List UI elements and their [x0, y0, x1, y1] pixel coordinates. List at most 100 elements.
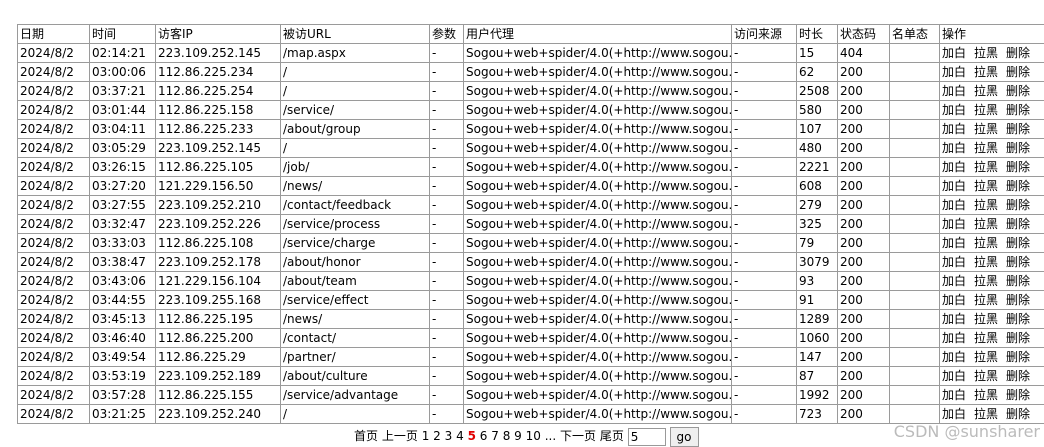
blacklist-button[interactable]: 拉黑 [974, 84, 998, 98]
whitelist-button[interactable]: 加白 [942, 274, 966, 288]
blacklist-button[interactable]: 拉黑 [974, 46, 998, 60]
cell-visitor-ip: 223.109.252.189 [155, 366, 281, 386]
whitelist-button[interactable]: 加白 [942, 388, 966, 402]
page-number-link[interactable]: 10 [526, 429, 541, 443]
whitelist-button[interactable]: 加白 [942, 331, 966, 345]
delete-button[interactable]: 删除 [1006, 369, 1030, 383]
cell-date: 2024/8/2 [17, 290, 90, 310]
blacklist-button[interactable]: 拉黑 [974, 217, 998, 231]
cell-actions: 加白 拉黑 删除 [939, 309, 1044, 329]
cell-actions: 加白 拉黑 删除 [939, 214, 1044, 234]
cell-list-status [889, 81, 940, 101]
delete-button[interactable]: 删除 [1006, 141, 1030, 155]
whitelist-button[interactable]: 加白 [942, 293, 966, 307]
blacklist-button[interactable]: 拉黑 [974, 331, 998, 345]
delete-button[interactable]: 删除 [1006, 46, 1030, 60]
blacklist-button[interactable]: 拉黑 [974, 65, 998, 79]
blacklist-button[interactable]: 拉黑 [974, 388, 998, 402]
delete-button[interactable]: 删除 [1006, 179, 1030, 193]
page-number-link[interactable]: 2 [433, 429, 441, 443]
blacklist-button[interactable]: 拉黑 [974, 350, 998, 364]
whitelist-button[interactable]: 加白 [942, 217, 966, 231]
blacklist-button[interactable]: 拉黑 [974, 236, 998, 250]
cell-date: 2024/8/2 [17, 271, 90, 291]
blacklist-button[interactable]: 拉黑 [974, 160, 998, 174]
delete-button[interactable]: 删除 [1006, 350, 1030, 364]
whitelist-button[interactable]: 加白 [942, 103, 966, 117]
cell-date: 2024/8/2 [17, 252, 90, 272]
whitelist-button[interactable]: 加白 [942, 350, 966, 364]
blacklist-button[interactable]: 拉黑 [974, 407, 998, 421]
cell-params: - [429, 347, 464, 367]
page-number-link[interactable]: 4 [456, 429, 464, 443]
page-number-link[interactable]: 6 [480, 429, 488, 443]
cell-time: 03:21:25 [89, 404, 156, 424]
delete-button[interactable]: 删除 [1006, 236, 1030, 250]
cell-actions: 加白 拉黑 删除 [939, 366, 1044, 386]
first-page-link[interactable]: 首页 [354, 429, 378, 443]
delete-button[interactable]: 删除 [1006, 293, 1030, 307]
go-button[interactable]: go [669, 426, 699, 447]
blacklist-button[interactable]: 拉黑 [974, 369, 998, 383]
page-number-link[interactable]: 8 [503, 429, 511, 443]
goto-page-input[interactable] [627, 427, 666, 446]
whitelist-button[interactable]: 加白 [942, 179, 966, 193]
prev-page-link[interactable]: 上一页 [382, 429, 418, 443]
next-page-link[interactable]: 下一页 [560, 429, 596, 443]
blacklist-button[interactable]: 拉黑 [974, 179, 998, 193]
delete-button[interactable]: 删除 [1006, 103, 1030, 117]
cell-date: 2024/8/2 [17, 214, 90, 234]
cell-time: 03:38:47 [89, 252, 156, 272]
cell-date: 2024/8/2 [17, 43, 90, 63]
whitelist-button[interactable]: 加白 [942, 369, 966, 383]
whitelist-button[interactable]: 加白 [942, 236, 966, 250]
whitelist-button[interactable]: 加白 [942, 122, 966, 136]
blacklist-button[interactable]: 拉黑 [974, 293, 998, 307]
delete-button[interactable]: 删除 [1006, 160, 1030, 174]
cell-referrer: - [731, 176, 797, 196]
whitelist-button[interactable]: 加白 [942, 198, 966, 212]
blacklist-button[interactable]: 拉黑 [974, 255, 998, 269]
delete-button[interactable]: 删除 [1006, 407, 1030, 421]
whitelist-button[interactable]: 加白 [942, 255, 966, 269]
cell-params: - [429, 366, 464, 386]
page-number-link[interactable]: 5 [468, 429, 476, 443]
cell-visited-url: /contact/ [280, 328, 430, 348]
whitelist-button[interactable]: 加白 [942, 160, 966, 174]
delete-button[interactable]: 删除 [1006, 255, 1030, 269]
cell-referrer: - [731, 157, 797, 177]
delete-button[interactable]: 删除 [1006, 388, 1030, 402]
delete-button[interactable]: 删除 [1006, 217, 1030, 231]
cell-date: 2024/8/2 [17, 81, 90, 101]
blacklist-button[interactable]: 拉黑 [974, 198, 998, 212]
delete-button[interactable]: 删除 [1006, 312, 1030, 326]
delete-button[interactable]: 删除 [1006, 122, 1030, 136]
whitelist-button[interactable]: 加白 [942, 65, 966, 79]
delete-button[interactable]: 删除 [1006, 198, 1030, 212]
whitelist-button[interactable]: 加白 [942, 407, 966, 421]
blacklist-button[interactable]: 拉黑 [974, 122, 998, 136]
whitelist-button[interactable]: 加白 [942, 312, 966, 326]
cell-date: 2024/8/2 [17, 233, 90, 253]
blacklist-button[interactable]: 拉黑 [974, 103, 998, 117]
blacklist-button[interactable]: 拉黑 [974, 312, 998, 326]
page-number-link[interactable]: 7 [491, 429, 499, 443]
delete-button[interactable]: 删除 [1006, 84, 1030, 98]
cell-list-status [889, 176, 940, 196]
cell-user-agent: Sogou+web+spider/4.0(+http://www.sogou.c… [463, 100, 732, 120]
page-number-link[interactable]: 9 [514, 429, 522, 443]
delete-button[interactable]: 删除 [1006, 65, 1030, 79]
page-number-link[interactable]: 1 [422, 429, 430, 443]
table-row: 2024/8/2 03:37:21 112.86.225.254/- Sogou+we… [17, 81, 1044, 101]
delete-button[interactable]: 删除 [1006, 274, 1030, 288]
blacklist-button[interactable]: 拉黑 [974, 141, 998, 155]
whitelist-button[interactable]: 加白 [942, 141, 966, 155]
table-row: 2024/8/2 03:26:15 112.86.225.105/job/- Sogo… [17, 157, 1044, 177]
delete-button[interactable]: 删除 [1006, 331, 1030, 345]
last-page-link[interactable]: 尾页 [600, 429, 624, 443]
cell-time: 03:27:20 [89, 176, 156, 196]
page-number-link[interactable]: 3 [445, 429, 453, 443]
whitelist-button[interactable]: 加白 [942, 46, 966, 60]
whitelist-button[interactable]: 加白 [942, 84, 966, 98]
blacklist-button[interactable]: 拉黑 [974, 274, 998, 288]
